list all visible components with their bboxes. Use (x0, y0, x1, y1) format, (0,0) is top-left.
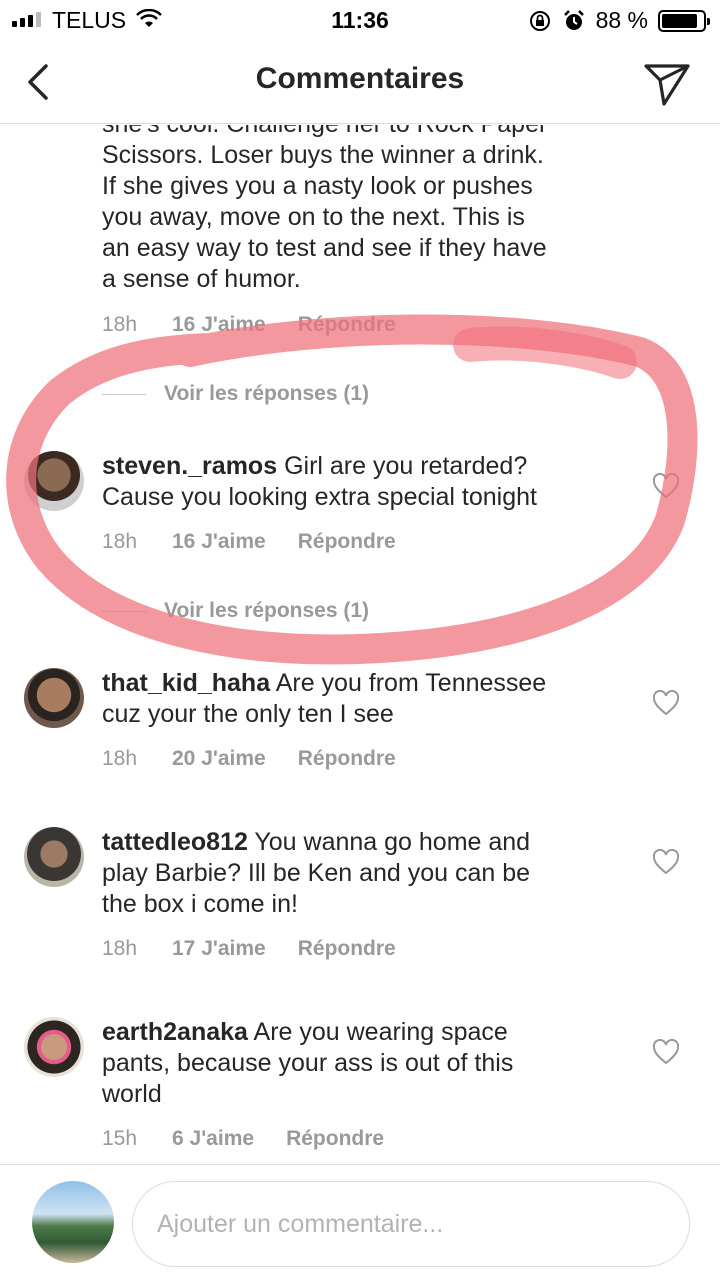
heart-icon[interactable] (652, 849, 680, 875)
battery-icon (658, 9, 710, 32)
comment-text: steven._ramos Girl are you retarded? Cau… (102, 452, 537, 511)
avatar[interactable] (24, 451, 84, 511)
comment-text: that_kid_haha Are you from Tennessee cuz… (102, 669, 547, 728)
battery-percent: 88 % (595, 7, 648, 33)
current-user-avatar (32, 1181, 114, 1263)
page-title: Commentaires (255, 62, 465, 95)
comment-meta: 18h 17 J'aime Répondre (102, 937, 622, 961)
avatar[interactable] (24, 827, 84, 887)
comment-text: tattedleo812 You wanna go home and play … (102, 828, 531, 918)
reply-button[interactable]: Répondre (286, 1127, 384, 1151)
comment-text: earth2anaka Are you wearing space pants,… (102, 1018, 514, 1108)
comment-time: 18h (102, 530, 138, 553)
comment-username[interactable]: steven._ramos (102, 452, 277, 480)
comment-time: 18h (102, 313, 138, 336)
comment-time: 15h (102, 1127, 138, 1150)
heart-icon[interactable] (652, 473, 680, 499)
comments-list[interactable]: she's cool. Challenge her to Rock Paper … (0, 125, 720, 1163)
reply-button[interactable]: Répondre (298, 313, 396, 337)
reply-button[interactable]: Répondre (298, 747, 396, 771)
comment-meta: 15h 6 J'aime Répondre (102, 1127, 622, 1151)
alarm-icon (563, 9, 584, 30)
orientation-lock-icon (529, 10, 550, 31)
comment-username[interactable]: earth2anaka (102, 1018, 248, 1046)
comment-text: she's cool. Challenge her to Rock Paper … (102, 125, 547, 293)
comment-meta: 18h 16 J'aime Répondre (102, 530, 622, 554)
heart-icon[interactable] (652, 690, 680, 716)
comment-input[interactable] (132, 1181, 690, 1267)
comment-likes[interactable]: 16 J'aime (172, 530, 266, 554)
navigation-bar: Commentaires (0, 40, 720, 124)
comment-composer (0, 1164, 720, 1280)
comment-username[interactable]: that_kid_haha (102, 669, 270, 697)
reply-button[interactable]: Répondre (298, 530, 396, 554)
comment-likes[interactable]: 20 J'aime (172, 747, 266, 771)
avatar[interactable] (24, 1017, 84, 1077)
view-replies-button[interactable]: Voir les réponses (1) (102, 382, 622, 406)
comment-username[interactable]: tattedleo812 (102, 828, 248, 856)
reply-button[interactable]: Répondre (298, 937, 396, 961)
comment-time: 18h (102, 747, 138, 770)
comment-meta: 18h 20 J'aime Répondre (102, 747, 622, 771)
divider-line (102, 393, 146, 395)
direct-message-icon[interactable] (642, 58, 692, 108)
heart-icon[interactable] (652, 1039, 680, 1065)
comment-time: 18h (102, 937, 138, 960)
avatar[interactable] (24, 668, 84, 728)
comment-likes[interactable]: 6 J'aime (172, 1127, 254, 1151)
comment-likes[interactable]: 17 J'aime (172, 937, 266, 961)
comment-likes[interactable]: 16 J'aime (172, 313, 266, 337)
divider-line (102, 610, 146, 612)
status-bar: TELUS 11:36 88 % (0, 0, 720, 40)
view-replies-button[interactable]: Voir les réponses (1) (102, 599, 622, 623)
comment-meta: 18h 16 J'aime Répondre (102, 313, 622, 337)
